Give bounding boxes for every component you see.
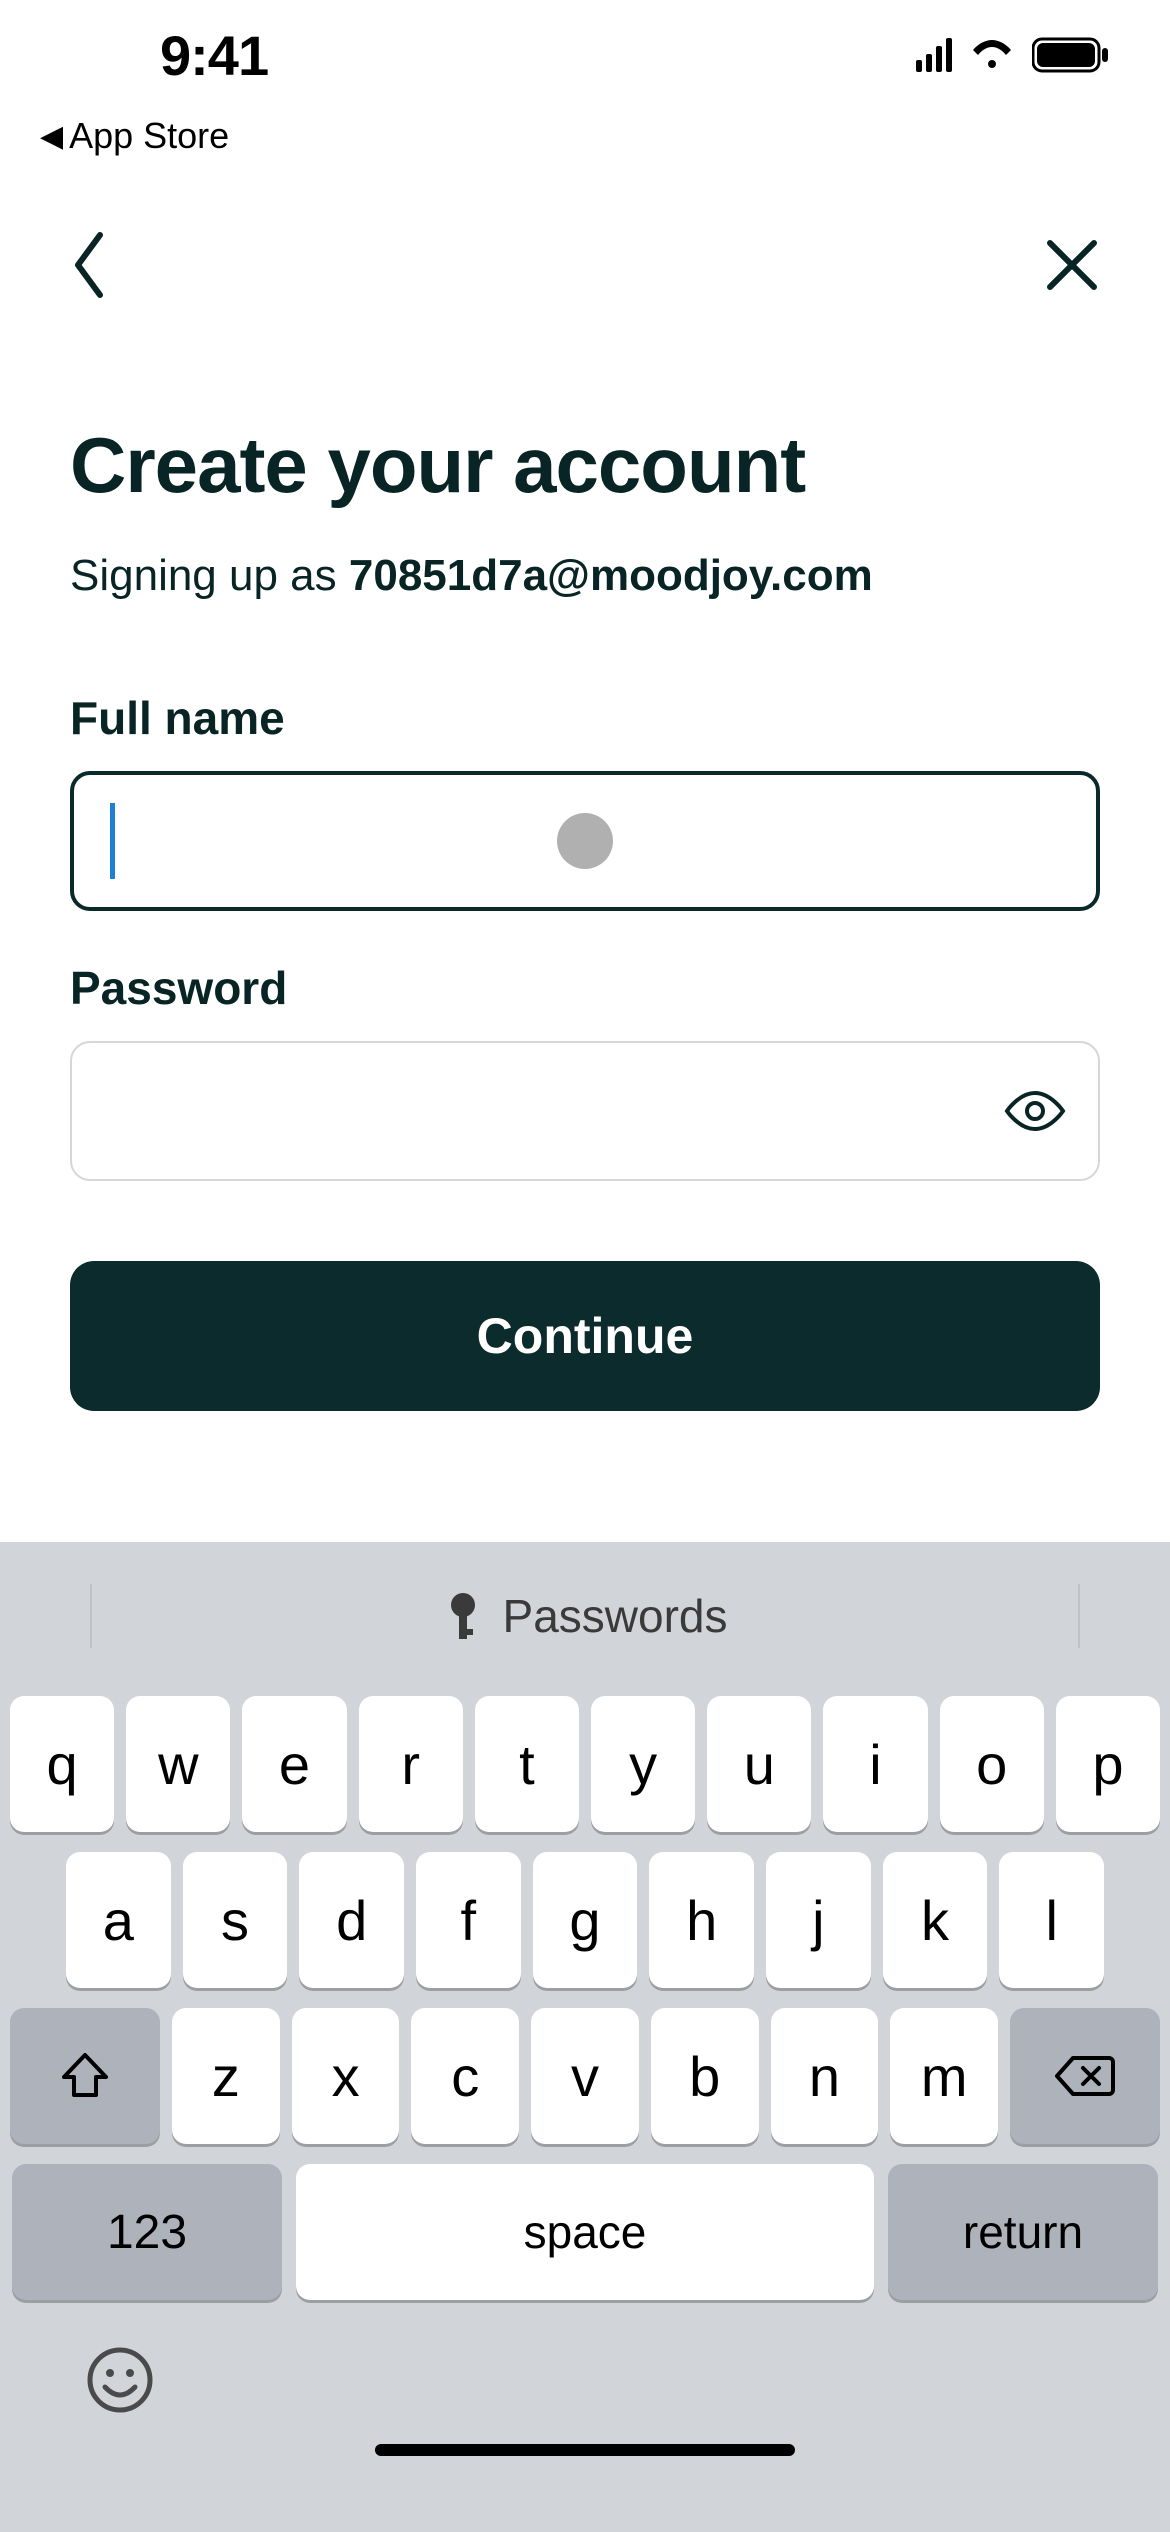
key-d[interactable]: d [299, 1852, 404, 1988]
key-p[interactable]: p [1056, 1696, 1160, 1832]
keyboard-row-4: 123 space return [10, 2164, 1160, 2300]
key-v[interactable]: v [531, 2008, 639, 2144]
toggle-password-visibility[interactable] [1000, 1076, 1070, 1146]
key-numbers[interactable]: 123 [12, 2164, 282, 2300]
key-j[interactable]: j [766, 1852, 871, 1988]
key-z[interactable]: z [172, 2008, 280, 2144]
key-i[interactable]: i [823, 1696, 927, 1832]
subtitle-prefix: Signing up as [70, 551, 349, 600]
key-n[interactable]: n [771, 2008, 879, 2144]
status-indicators [916, 36, 1110, 74]
key-q[interactable]: q [10, 1696, 114, 1832]
shift-icon [60, 2051, 110, 2101]
suggestion-sep [1078, 1584, 1080, 1648]
passwords-label: Passwords [503, 1589, 728, 1643]
keyboard: Passwords q w e r t y u i o p a s d f g … [0, 1542, 1170, 2532]
battery-icon [1032, 36, 1110, 74]
key-u[interactable]: u [707, 1696, 811, 1832]
key-m[interactable]: m [890, 2008, 998, 2144]
keyboard-row-1: q w e r t y u i o p [10, 1696, 1160, 1832]
eye-icon [1003, 1089, 1067, 1133]
back-app-label: App Store [69, 115, 229, 157]
key-backspace[interactable] [1010, 2008, 1160, 2144]
cellular-icon [916, 38, 952, 72]
signup-email: 70851d7a@moodjoy.com [349, 551, 873, 600]
key-y[interactable]: y [591, 1696, 695, 1832]
key-k[interactable]: k [883, 1852, 988, 1988]
key-o[interactable]: o [940, 1696, 1044, 1832]
key-c[interactable]: c [411, 2008, 519, 2144]
back-button[interactable] [70, 230, 110, 300]
key-s[interactable]: s [183, 1852, 288, 1988]
emoji-icon [85, 2345, 155, 2415]
continue-button[interactable]: Continue [70, 1261, 1100, 1411]
back-triangle-icon: ◀ [40, 119, 63, 154]
key-a[interactable]: a [66, 1852, 171, 1988]
keyboard-suggestion-bar: Passwords [0, 1566, 1170, 1666]
key-r[interactable]: r [359, 1696, 463, 1832]
key-f[interactable]: f [416, 1852, 521, 1988]
status-bar: 9:41 [0, 0, 1170, 110]
back-to-app-store[interactable]: ◀ App Store [40, 115, 229, 157]
keyboard-row-3: z x c v b n m [10, 2008, 1160, 2144]
key-shift[interactable] [10, 2008, 160, 2144]
fullname-field: Full name [70, 691, 1100, 911]
key-space[interactable]: space [296, 2164, 874, 2300]
password-input-wrap[interactable] [70, 1041, 1100, 1181]
key-t[interactable]: t [475, 1696, 579, 1832]
keyboard-bottom [0, 2300, 1170, 2480]
fullname-label: Full name [70, 691, 1100, 745]
key-l[interactable]: l [999, 1852, 1104, 1988]
key-g[interactable]: g [533, 1852, 638, 1988]
key-return[interactable]: return [888, 2164, 1158, 2300]
password-label: Password [70, 961, 1100, 1015]
wifi-icon [970, 38, 1014, 72]
password-input[interactable] [106, 1043, 1064, 1179]
chevron-left-icon [70, 230, 110, 300]
key-h[interactable]: h [649, 1852, 754, 1988]
backspace-icon [1055, 2054, 1115, 2098]
text-caret [110, 803, 115, 879]
close-icon [1044, 237, 1100, 293]
keyboard-row-2: a s d f g h j k l [10, 1852, 1160, 1988]
page-subtitle: Signing up as 70851d7a@moodjoy.com [70, 551, 1100, 601]
home-indicator[interactable] [375, 2444, 795, 2456]
content: Create your account Signing up as 70851d… [70, 420, 1100, 1411]
password-field: Password [70, 961, 1100, 1181]
close-button[interactable] [1044, 237, 1100, 293]
emoji-button[interactable] [80, 2340, 160, 2420]
suggestion-sep [90, 1584, 92, 1648]
page-title: Create your account [70, 420, 1100, 511]
key-icon [443, 1591, 483, 1641]
fullname-input-wrap[interactable] [70, 771, 1100, 911]
fullname-input[interactable] [108, 775, 1062, 907]
key-e[interactable]: e [242, 1696, 346, 1832]
nav-row [0, 210, 1170, 320]
key-x[interactable]: x [292, 2008, 400, 2144]
key-w[interactable]: w [126, 1696, 230, 1832]
status-time: 9:41 [160, 23, 268, 88]
key-b[interactable]: b [651, 2008, 759, 2144]
passwords-suggestion[interactable]: Passwords [443, 1589, 728, 1643]
keyboard-rows: q w e r t y u i o p a s d f g h j k l z [0, 1666, 1170, 2300]
